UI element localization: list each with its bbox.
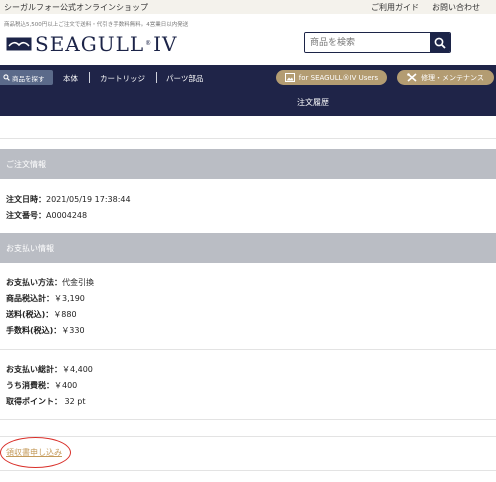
- search-icon: [3, 74, 10, 81]
- total-label: お支払い総計：: [6, 365, 62, 374]
- tools-icon: [407, 73, 417, 82]
- tax-value: ￥400: [54, 381, 78, 390]
- search-input[interactable]: [305, 33, 430, 52]
- order-number-label: 注文番号：: [6, 211, 46, 220]
- section-divider: [0, 419, 496, 420]
- product-search-tab-label: 商品を探す: [12, 74, 45, 83]
- maintenance-button-label: 修理・メンテナンス: [421, 73, 484, 82]
- site-logo[interactable]: SEAGULL®IV: [6, 33, 177, 55]
- payment-method-value: 代金引換: [62, 278, 94, 287]
- shipping-notice: 商品税込5,500円以上ご注文で送料・代引き手数料無料。4営業日以内発送: [4, 22, 189, 28]
- section-divider: [0, 138, 496, 139]
- order-date-label: 注文日時：: [6, 195, 46, 204]
- logo-text: SEAGULL: [35, 32, 145, 56]
- user-guide-link[interactable]: ご利用ガイド: [371, 2, 419, 13]
- points-value: 32 pt: [62, 397, 86, 406]
- fee-row: 手数料(税込)：￥330: [6, 325, 85, 336]
- total-row: お支払い総計：￥4,400: [6, 364, 93, 375]
- payment-info-header: お支払い情報: [0, 233, 496, 263]
- search-box: [304, 32, 451, 53]
- nav-item-cartridge[interactable]: カートリッジ: [100, 73, 145, 84]
- tax-row: うち消費税：￥400: [6, 380, 77, 391]
- image-icon: [284, 73, 295, 82]
- tax-label: うち消費税：: [6, 381, 54, 390]
- order-info-heading: ご注文情報: [6, 160, 46, 169]
- section-divider: [0, 349, 496, 350]
- order-date-row: 注文日時：2021/05/19 17:38:44: [6, 194, 131, 205]
- nav-item-body[interactable]: 本体: [63, 73, 78, 84]
- points-row: 取得ポイント： 32 pt: [6, 396, 85, 407]
- maintenance-button[interactable]: 修理・メンテナンス: [397, 70, 494, 85]
- subtotal-row: 商品税込計：￥3,190: [6, 293, 85, 304]
- contact-link[interactable]: お問い合わせ: [432, 2, 480, 13]
- section-divider: [0, 470, 496, 471]
- total-value: ￥4,400: [62, 365, 93, 374]
- shop-name: シーガルフォー公式オンラインショップ: [4, 3, 148, 12]
- nav-divider: [156, 72, 157, 83]
- main-navigation: 商品を探す 本体 カートリッジ パーツ部品 for SEAGULL®IV Use…: [0, 65, 496, 116]
- shipping-label: 送料(税込)：: [6, 310, 54, 319]
- points-label: 取得ポイント：: [6, 397, 62, 406]
- search-icon: [434, 37, 446, 49]
- fee-value: ￥330: [61, 326, 85, 335]
- nav-item-parts[interactable]: パーツ部品: [166, 73, 203, 84]
- logo-registered-mark: ®: [145, 40, 153, 47]
- shipping-row: 送料(税込)：￥880: [6, 309, 77, 320]
- payment-method-label: お支払い方法：: [6, 278, 62, 287]
- page-title: 注文履歴: [297, 98, 329, 107]
- subtotal-label: 商品税込計：: [6, 294, 54, 303]
- order-info-header: ご注文情報: [0, 149, 496, 179]
- order-number-row: 注文番号：A0004248: [6, 210, 87, 221]
- fee-label: 手数料(税込)：: [6, 326, 62, 335]
- payment-info-heading: お支払い情報: [6, 244, 54, 253]
- seagull-logo-icon: [6, 37, 32, 51]
- users-button[interactable]: for SEAGULL®IV Users: [276, 70, 387, 85]
- users-button-label: for SEAGULL®IV Users: [298, 73, 379, 82]
- nav-divider: [89, 72, 90, 83]
- section-divider: [0, 436, 496, 437]
- order-number-value: A0004248: [46, 211, 88, 220]
- shipping-value: ￥880: [53, 310, 77, 319]
- search-button[interactable]: [430, 33, 450, 52]
- logo-suffix: IV: [153, 32, 178, 56]
- order-date-value: 2021/05/19 17:38:44: [46, 195, 131, 204]
- payment-method-row: お支払い方法：代金引換: [6, 277, 94, 288]
- receipt-request-link[interactable]: 領収書申し込み: [6, 447, 62, 458]
- subtotal-value: ￥3,190: [54, 294, 85, 303]
- product-search-tab[interactable]: 商品を探す: [0, 70, 53, 85]
- top-utility-bar: シーガルフォー公式オンラインショップ ご利用ガイド お問い合わせ: [0, 0, 496, 14]
